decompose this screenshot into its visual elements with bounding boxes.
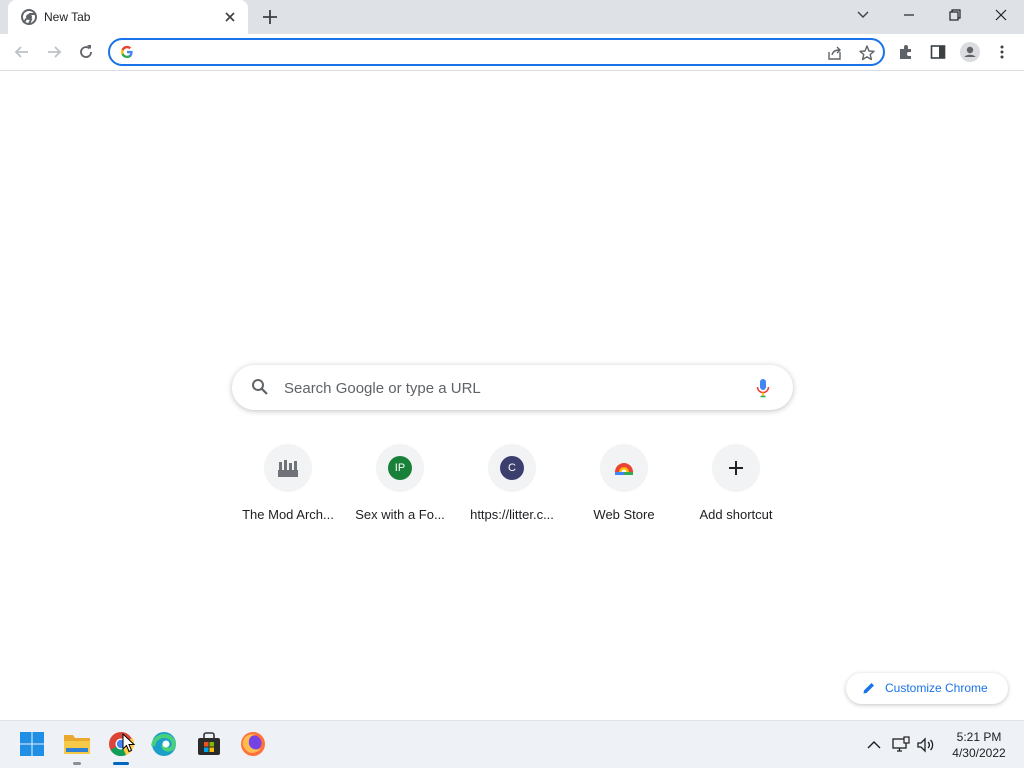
plus-icon bbox=[727, 459, 745, 477]
add-shortcut-tile[interactable]: Add shortcut bbox=[680, 440, 792, 530]
show-hidden-icons-chevron-up-icon[interactable] bbox=[864, 735, 884, 755]
address-input[interactable] bbox=[144, 43, 814, 61]
tab-new-tab[interactable]: New Tab bbox=[8, 0, 248, 34]
shortcut-tile[interactable]: C https://litter.c... bbox=[456, 440, 568, 530]
shortcut-tile[interactable]: The Mod Arch... bbox=[232, 440, 344, 530]
shortcut-label: https://litter.c... bbox=[470, 507, 554, 522]
search-icon bbox=[251, 378, 269, 396]
shortcut-label: The Mod Arch... bbox=[242, 507, 334, 522]
bookmark-star-icon[interactable] bbox=[858, 44, 876, 62]
file-explorer-icon[interactable] bbox=[63, 731, 91, 759]
windows-start-icon[interactable] bbox=[19, 731, 47, 759]
shortcut-label: Web Store bbox=[593, 507, 655, 522]
running-indicator bbox=[73, 762, 81, 765]
pencil-icon bbox=[862, 681, 876, 695]
microsoft-store-icon[interactable] bbox=[196, 731, 224, 759]
firefox-icon[interactable] bbox=[240, 731, 268, 759]
taskbar-clock[interactable]: 5:21 PM 4/30/2022 bbox=[940, 729, 1018, 761]
ntp-search-box[interactable] bbox=[232, 365, 793, 410]
minimize-button[interactable] bbox=[894, 4, 924, 26]
clock-time: 5:21 PM bbox=[956, 730, 1002, 744]
shortcut-icon-circle bbox=[600, 444, 648, 492]
tab-title: New Tab bbox=[44, 10, 91, 24]
chrome-favicon-icon bbox=[21, 9, 37, 25]
address-bar[interactable] bbox=[108, 38, 885, 66]
mod-archive-favicon-icon bbox=[276, 456, 300, 480]
reload-button[interactable] bbox=[73, 39, 99, 65]
letter-avatar-icon: C bbox=[500, 456, 524, 480]
microphone-icon[interactable] bbox=[755, 377, 771, 399]
browser-toolbar bbox=[0, 34, 1024, 71]
menu-kebab-icon[interactable] bbox=[989, 39, 1015, 65]
share-icon[interactable] bbox=[826, 44, 844, 62]
network-icon[interactable] bbox=[891, 735, 911, 755]
chrome-web-store-icon bbox=[612, 456, 636, 480]
google-g-icon bbox=[120, 45, 134, 59]
shortcut-icon-circle: C bbox=[488, 444, 536, 492]
clock-date: 4/30/2022 bbox=[952, 746, 1006, 760]
close-window-button[interactable] bbox=[986, 4, 1016, 26]
tab-strip: New Tab bbox=[0, 0, 1024, 34]
edge-icon[interactable] bbox=[151, 731, 179, 759]
forward-button[interactable] bbox=[41, 39, 67, 65]
restore-button[interactable] bbox=[940, 4, 970, 26]
ntp-search-input[interactable] bbox=[284, 377, 724, 399]
side-panel-button[interactable] bbox=[925, 39, 951, 65]
active-indicator bbox=[113, 762, 129, 765]
customize-chrome-button[interactable]: Customize Chrome bbox=[846, 673, 1008, 704]
shortcut-tile[interactable]: Web Store bbox=[568, 440, 680, 530]
tab-search-button[interactable] bbox=[848, 4, 878, 26]
tab-close-icon[interactable] bbox=[222, 9, 238, 25]
profile-avatar[interactable] bbox=[957, 39, 983, 65]
letter-avatar-icon: IP bbox=[388, 456, 412, 480]
extensions-button[interactable] bbox=[893, 39, 919, 65]
volume-icon[interactable] bbox=[916, 735, 936, 755]
new-tab-button[interactable] bbox=[259, 6, 281, 28]
customize-chrome-label: Customize Chrome bbox=[885, 681, 988, 695]
shortcut-label: Add shortcut bbox=[699, 507, 773, 522]
shortcut-icon-circle bbox=[712, 444, 760, 492]
shortcut-tile[interactable]: IP Sex with a Fo... bbox=[344, 440, 456, 530]
mouse-cursor-icon bbox=[122, 733, 136, 753]
shortcut-label: Sex with a Fo... bbox=[355, 507, 445, 522]
shortcut-icon-circle bbox=[264, 444, 312, 492]
back-button[interactable] bbox=[9, 39, 35, 65]
shortcut-icon-circle: IP bbox=[376, 444, 424, 492]
windows-taskbar: 5:21 PM 4/30/2022 bbox=[0, 720, 1024, 768]
